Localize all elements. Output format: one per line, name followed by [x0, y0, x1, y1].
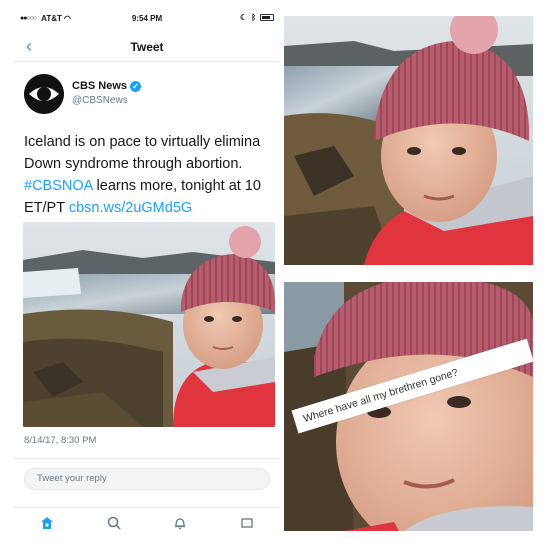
tweet-line-4: ET/PT cbsn.ws/2uGMd5G	[24, 197, 280, 219]
tweet-screenshot: ●●○○○ AT&T ◠ 9:54 PM ☾ ᛒ ‹ Tweet CBS New…	[14, 10, 280, 538]
tweet-line-1: Iceland is on pace to virtually elimina	[24, 134, 261, 150]
tweet-photo[interactable]	[23, 222, 275, 427]
tweet-line-3-text: learns more, tonight at 10	[92, 178, 261, 194]
page-title: Tweet	[130, 40, 164, 54]
messages-icon[interactable]	[236, 512, 258, 534]
author-name[interactable]: CBS News	[72, 80, 127, 92]
tweet-author[interactable]: CBS News ✓ @CBSNews	[72, 80, 142, 106]
battery-icon	[260, 14, 274, 21]
status-bar: ●●○○○ AT&T ◠ 9:54 PM ☾ ᛒ	[14, 10, 280, 28]
notifications-icon[interactable]	[169, 512, 191, 534]
verified-badge-icon: ✓	[130, 80, 142, 92]
url-link[interactable]: cbsn.ws/2uGMd5G	[69, 200, 192, 216]
tweet-line-4-text: ET/PT	[24, 200, 69, 216]
home-icon[interactable]	[36, 512, 58, 534]
author-handle[interactable]: @CBSNews	[72, 95, 141, 106]
hashtag-link[interactable]: #CBSNOA	[24, 178, 93, 194]
moon-icon: ☾	[240, 13, 248, 22]
bluetooth-icon: ᛒ	[251, 13, 256, 22]
cbs-eye-logo[interactable]	[24, 74, 64, 114]
divider	[14, 458, 280, 459]
photo-zoom-1	[284, 16, 533, 265]
tab-bar	[14, 507, 280, 537]
reply-input[interactable]: Tweet your reply	[24, 468, 270, 490]
search-icon[interactable]	[103, 512, 125, 534]
tweet-line-3: #CBSNOA learns more, tonight at 10	[24, 175, 280, 197]
tweet-body: Iceland is on pace to virtually elimina …	[24, 131, 280, 219]
tweet-line-2: Down syndrome through abortion.	[24, 156, 243, 172]
nav-bar: ‹ Tweet	[14, 30, 280, 62]
tweet-timestamp: 8/14/17, 8:30 PM	[24, 435, 97, 446]
